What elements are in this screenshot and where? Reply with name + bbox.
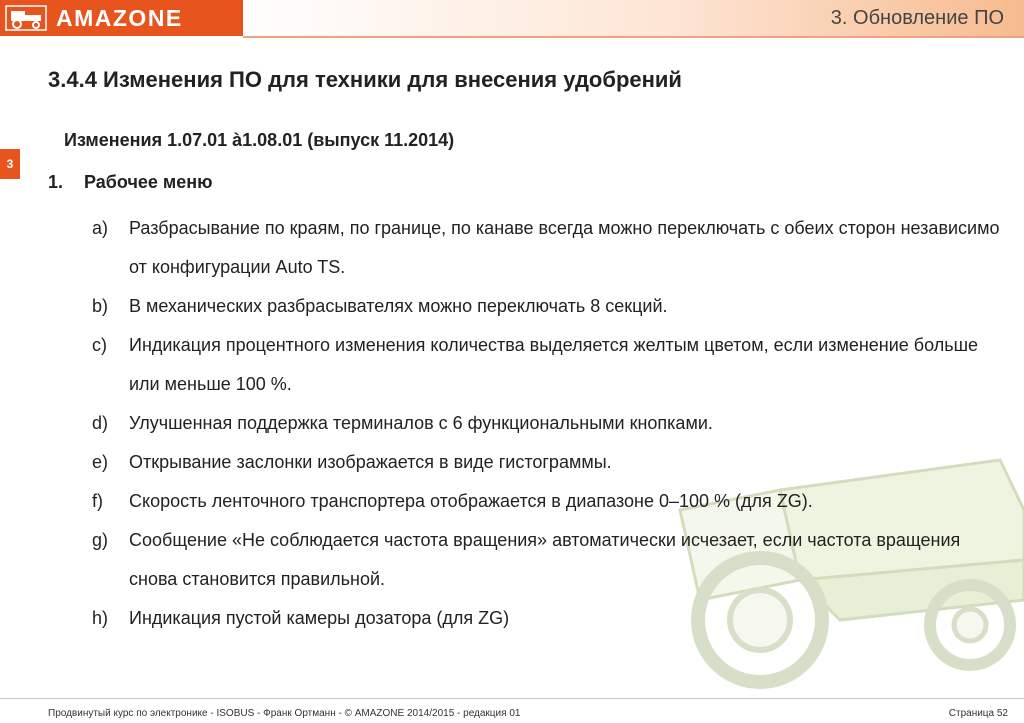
section-title: 3. Обновление ПО	[830, 7, 1004, 29]
item-text: В механических разбрасывателях можно пер…	[129, 296, 668, 316]
item-letter: b)	[92, 296, 109, 316]
header: AMAZONE 3. Обновление ПО	[0, 0, 1024, 40]
item-letter: a)	[92, 218, 109, 238]
header-bar: 3. Обновление ПО	[243, 0, 1024, 36]
item-letter: d)	[92, 413, 109, 433]
item-letter: c)	[92, 335, 107, 355]
list-item: e) Открывание заслонки изображается в вид…	[92, 443, 1002, 482]
header-divider	[243, 36, 1024, 38]
changes-subtitle: Изменения 1.07.01 à1.08.01 (выпуск 11.20…	[64, 130, 455, 150]
item-letter: e)	[92, 452, 109, 472]
list-number: 1.	[48, 172, 64, 192]
list-heading: 1. Рабочее меню	[48, 172, 213, 193]
footer-credits: Продвинутый курс по электронике - ISOBUS…	[48, 708, 521, 719]
chapter-tab: 3	[0, 149, 20, 179]
item-letter: g)	[92, 530, 109, 550]
footer-divider	[0, 698, 1024, 699]
list-item: g) Сообщение «Не соблюдается частота вращ…	[92, 521, 1002, 599]
page-title: 3.4.4 Изменения ПО для техники для внесе…	[48, 67, 682, 92]
item-letter: f)	[92, 491, 103, 511]
item-text: Сообщение «Не соблюдается частота вращен…	[129, 530, 961, 589]
amazone-tractor-logo-icon	[5, 5, 47, 31]
list-item: c) Индикация процентного изменения количе…	[92, 326, 1002, 404]
brand-logo: AMAZONE	[0, 0, 243, 36]
item-text: Индикация пустой камеры дозатора (для ZG…	[129, 608, 510, 628]
item-text: Улучшенная поддержка терминалов с 6 функ…	[129, 413, 713, 433]
item-text: Индикация процентного изменения количест…	[129, 335, 979, 394]
list-item: b) В механических разбрасывателях можно п…	[92, 287, 1002, 326]
item-letter: h)	[92, 608, 109, 628]
list-item: d) Улучшенная поддержка терминалов с 6 фу…	[92, 404, 1002, 443]
change-list: a) Разбрасывание по краям, по границе, по…	[92, 209, 1002, 638]
item-text: Открывание заслонки изображается в виде …	[129, 452, 612, 472]
item-text: Скорость ленточного транспортера отображ…	[129, 491, 813, 511]
list-item: a) Разбрасывание по краям, по границе, по…	[92, 209, 1002, 287]
item-text: Разбрасывание по краям, по границе, по к…	[129, 218, 1000, 277]
list-item: f) Скорость ленточного транспортера отобр…	[92, 482, 1002, 521]
list-heading-text: Рабочее меню	[84, 172, 213, 192]
page-number: Страница 52	[948, 708, 1008, 719]
list-item: h) Индикация пустой камеры дозатора (для …	[92, 599, 1002, 638]
logo-text: AMAZONE	[56, 5, 183, 31]
